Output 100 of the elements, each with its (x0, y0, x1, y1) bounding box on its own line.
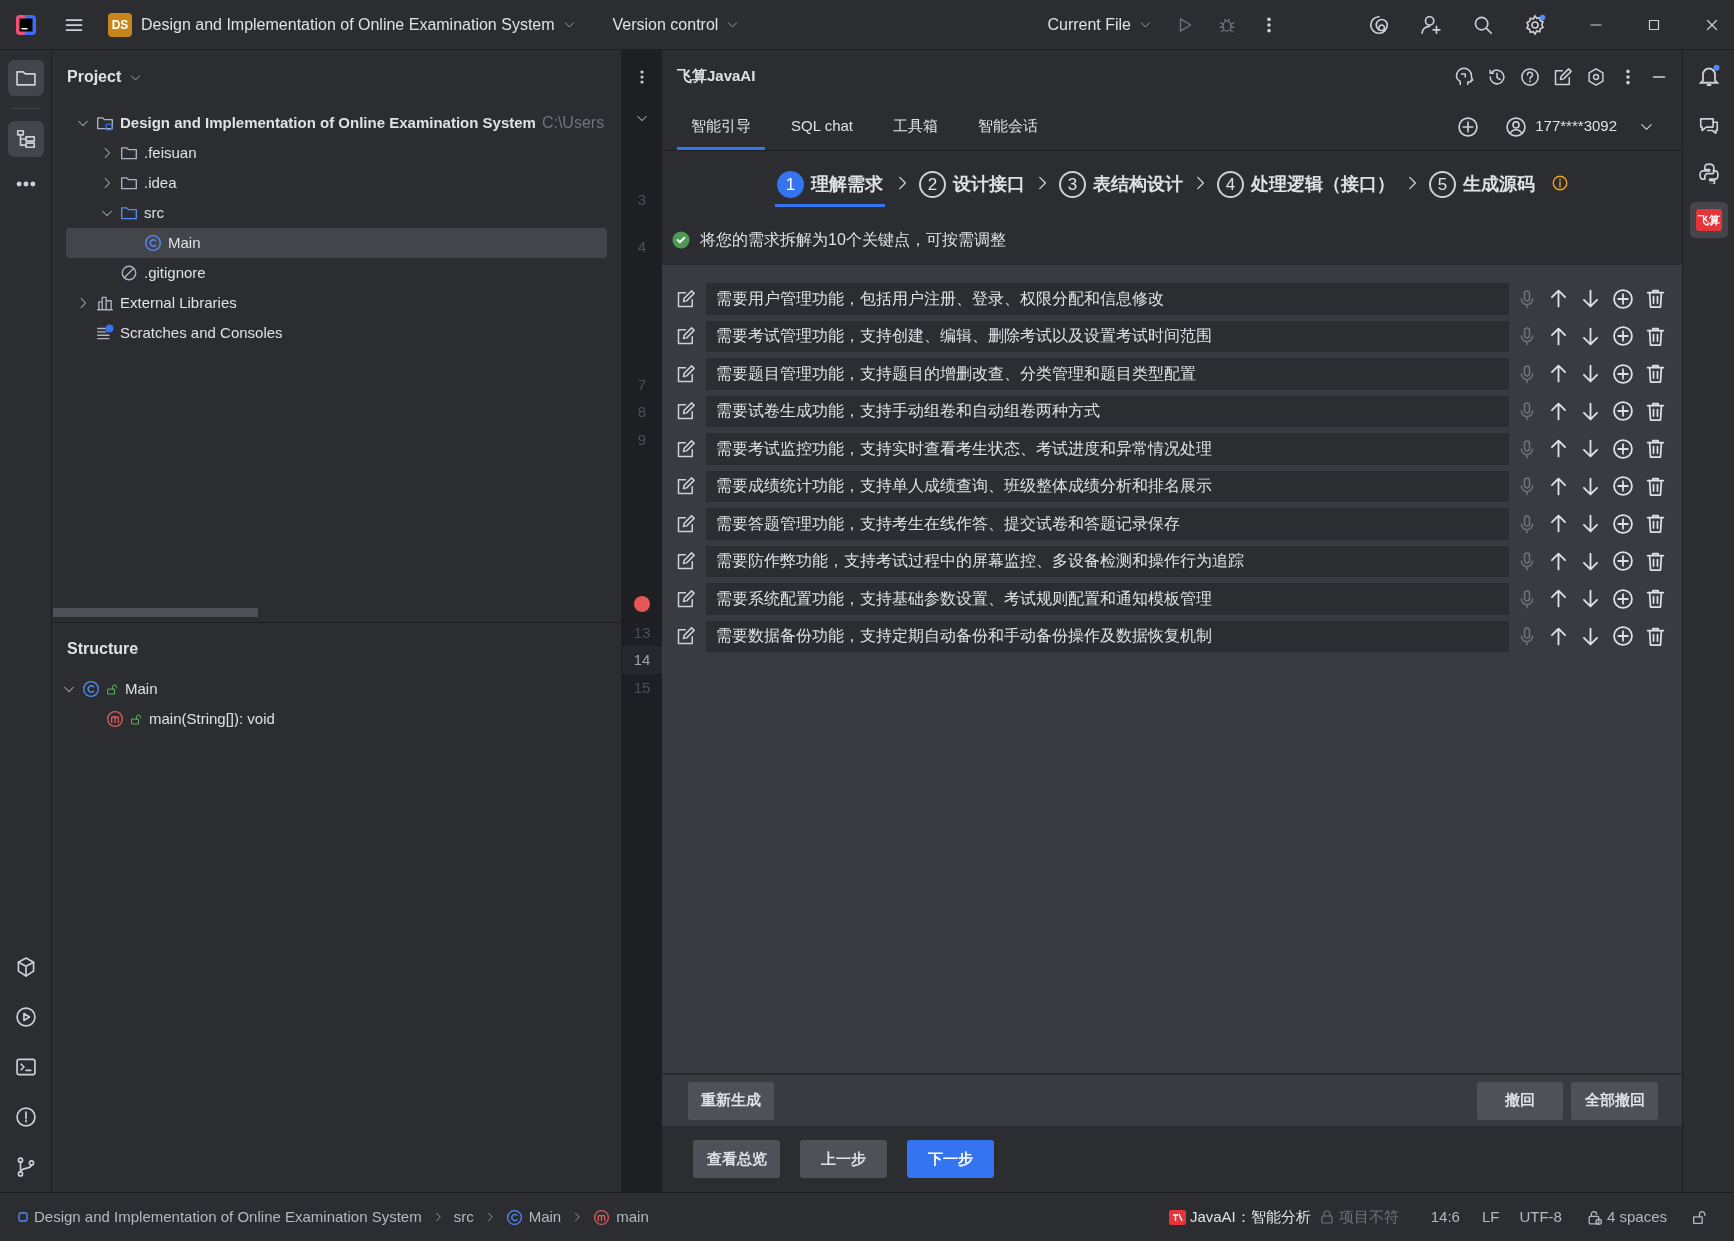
settings-icon[interactable] (1524, 13, 1546, 36)
panel-tab[interactable]: 工具箱 (879, 103, 952, 150)
move-up-icon[interactable] (1548, 588, 1569, 610)
step-nav-button[interactable]: 下一步 (907, 1140, 994, 1178)
edit-icon[interactable] (676, 476, 696, 497)
requirement-field[interactable]: 需要答题管理功能，支持考生在线作答、提交试卷和答题记录保存 (706, 508, 1509, 540)
edit-icon[interactable] (676, 551, 696, 572)
step-tab[interactable]: 5 生成源码 (1429, 162, 1535, 207)
step-tab[interactable]: 2 设计接口 (919, 162, 1025, 207)
move-down-icon[interactable] (1580, 400, 1601, 422)
step-tab[interactable]: 1 理解需求 (775, 162, 885, 207)
requirement-field[interactable]: 需要考试管理功能，支持创建、编辑、删除考试以及设置考试时间范围 (706, 320, 1509, 352)
add-icon[interactable] (1612, 587, 1634, 610)
terminal-icon[interactable] (14, 1056, 37, 1078)
edit-icon[interactable] (676, 588, 696, 609)
tree-item[interactable]: External Libraries (66, 288, 607, 318)
step-tab[interactable]: 3 表结构设计 (1059, 162, 1183, 207)
plugin-status[interactable]: JavaAI：智能分析 (1168, 1205, 1311, 1229)
breadcrumb[interactable]: Design and Implementation of Online Examination System (18, 1205, 422, 1229)
edit-icon[interactable] (1553, 66, 1573, 87)
edit-icon[interactable] (676, 626, 696, 647)
move-down-icon[interactable] (1580, 288, 1601, 310)
move-down-icon[interactable] (1580, 550, 1601, 572)
panel-tab[interactable]: SQL chat (777, 103, 867, 150)
plugin-logo[interactable]: 飞算 (1689, 202, 1728, 238)
add-icon[interactable] (1612, 362, 1634, 385)
breadcrumb[interactable]: src (453, 1205, 474, 1229)
version-control-menu[interactable]: Version control (612, 12, 740, 37)
move-down-icon[interactable] (1580, 588, 1601, 610)
info-icon[interactable] (1551, 174, 1569, 192)
unlocked-icon[interactable] (1691, 1208, 1708, 1226)
run-config-selector[interactable]: Current File (1047, 12, 1152, 37)
delete-icon[interactable] (1645, 325, 1666, 347)
project-selector[interactable]: Design and Implementation of Online Examination System (141, 12, 576, 37)
tree-item[interactable]: .feisuan (66, 138, 607, 168)
step-nav-button[interactable]: 查看总览 (693, 1140, 780, 1178)
structure-tool-button[interactable] (7, 121, 44, 157)
problems-icon[interactable] (14, 1106, 37, 1128)
move-down-icon[interactable] (1580, 325, 1601, 347)
brain-icon[interactable] (1454, 66, 1474, 87)
move-up-icon[interactable] (1548, 550, 1569, 572)
delete-icon[interactable] (1645, 363, 1666, 385)
settings-icon[interactable] (1586, 66, 1606, 87)
requirement-field[interactable]: 需要成绩统计功能，支持单人成绩查询、班级整体成绩分析和排名展示 (706, 470, 1509, 502)
tree-item[interactable]: main(String[]): void (52, 704, 607, 734)
requirement-field[interactable]: 需要考试监控功能，支持实时查看考生状态、考试进度和异常情况处理 (706, 433, 1509, 465)
move-down-icon[interactable] (1580, 513, 1601, 535)
requirement-field[interactable]: 需要系统配置功能，支持基础参数设置、考试规则配置和通知模板管理 (706, 583, 1509, 615)
add-icon[interactable] (1612, 512, 1634, 535)
requirement-field[interactable]: 需要数据备份功能，支持定期自动备份和手动备份操作及数据恢复机制 (706, 620, 1509, 652)
add-icon[interactable] (1457, 115, 1480, 138)
move-up-icon[interactable] (1548, 438, 1569, 460)
edit-icon[interactable] (676, 438, 696, 459)
tree-item[interactable]: Main (66, 228, 607, 258)
delete-icon[interactable] (1645, 513, 1666, 535)
horizontal-scrollbar[interactable] (53, 608, 258, 617)
requirement-field[interactable]: 需要用户管理功能，包括用户注册、登录、权限分配和信息修改 (706, 283, 1509, 315)
requirement-field[interactable]: 需要防作弊功能，支持考试过程中的屏幕监控、多设备检测和操作行为追踪 (706, 545, 1509, 577)
delete-icon[interactable] (1645, 400, 1666, 422)
tree-item[interactable]: src (66, 198, 607, 228)
tree-item[interactable]: Design and Implementation of Online Examination System C:\Users (66, 108, 607, 138)
file-encoding[interactable]: UTF-8 (1519, 1205, 1562, 1229)
notifications-icon[interactable] (1696, 64, 1721, 88)
regenerate-button[interactable]: 重新生成 (688, 1081, 774, 1120)
run-icon[interactable] (14, 1006, 37, 1028)
swirl-icon[interactable] (1368, 13, 1390, 36)
add-icon[interactable] (1612, 550, 1634, 573)
edit-icon[interactable] (676, 513, 696, 534)
add-icon[interactable] (1612, 325, 1634, 348)
add-icon[interactable] (1612, 625, 1634, 648)
add-user-icon[interactable] (1420, 13, 1442, 36)
edit-icon[interactable] (676, 288, 696, 309)
move-up-icon[interactable] (1548, 363, 1569, 385)
delete-icon[interactable] (1645, 550, 1666, 572)
requirement-field[interactable]: 需要试卷生成功能，支持手动组卷和自动组卷两种方式 (706, 395, 1509, 427)
tree-item[interactable]: .idea (66, 168, 607, 198)
tree-item[interactable]: .gitignore (66, 258, 607, 288)
add-icon[interactable] (1612, 475, 1634, 498)
add-icon[interactable] (1612, 437, 1634, 460)
undo-button[interactable]: 撤回 (1477, 1081, 1563, 1120)
move-down-icon[interactable] (1580, 475, 1601, 497)
move-up-icon[interactable] (1548, 400, 1569, 422)
edit-icon[interactable] (676, 401, 696, 422)
delete-icon[interactable] (1645, 438, 1666, 460)
requirement-field[interactable]: 需要题目管理功能，支持题目的增删改查、分类管理和题目类型配置 (706, 358, 1509, 390)
delete-icon[interactable] (1645, 475, 1666, 497)
delete-icon[interactable] (1645, 288, 1666, 310)
edit-icon[interactable] (676, 363, 696, 384)
delete-icon[interactable] (1645, 625, 1666, 647)
delete-icon[interactable] (1645, 588, 1666, 610)
add-icon[interactable] (1612, 287, 1634, 310)
step-nav-button[interactable]: 上一步 (800, 1140, 887, 1178)
panel-tab[interactable]: 智能会话 (964, 103, 1052, 150)
undo-all-button[interactable]: 全部撤回 (1571, 1081, 1658, 1120)
line-ending[interactable]: LF (1481, 1205, 1500, 1229)
python-icon[interactable] (1697, 162, 1720, 184)
move-down-icon[interactable] (1580, 625, 1601, 647)
move-up-icon[interactable] (1548, 625, 1569, 647)
move-up-icon[interactable] (1548, 475, 1569, 497)
move-down-icon[interactable] (1580, 363, 1601, 385)
